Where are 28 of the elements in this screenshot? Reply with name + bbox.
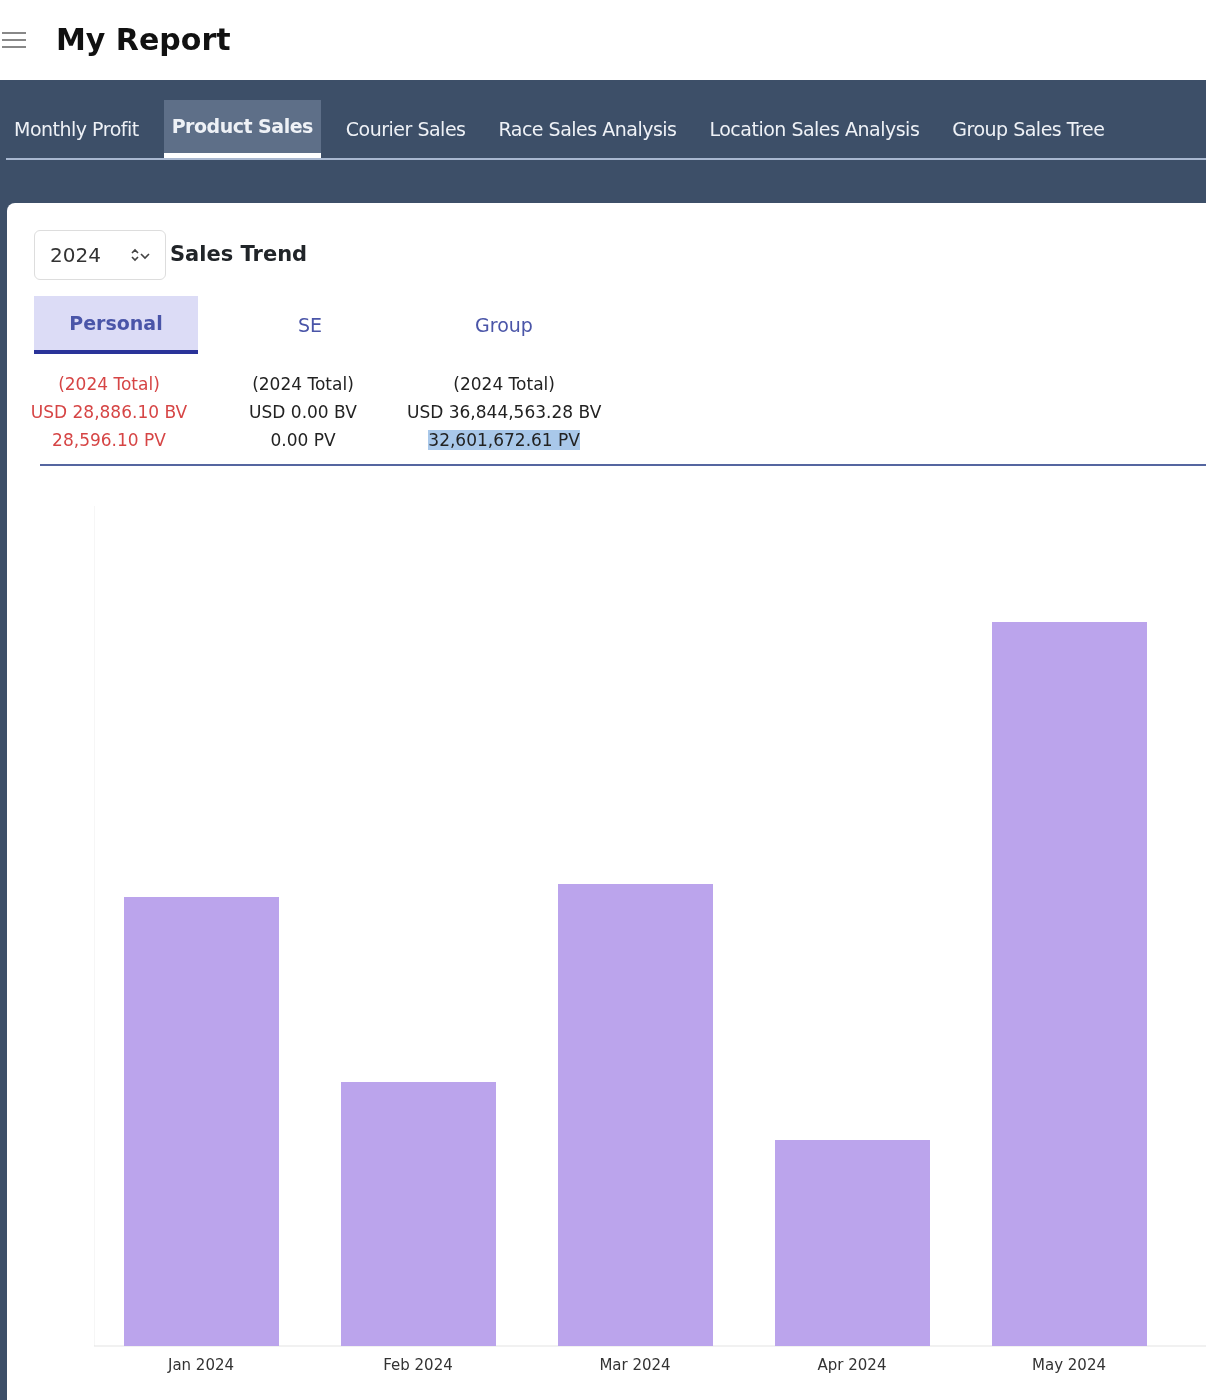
total-line: (2024 Total) (453, 374, 555, 394)
total-line: USD 36,844,563.28 BV (407, 402, 602, 422)
total-line: 0.00 PV (270, 430, 336, 450)
total-line: USD 28,886.10 BV (30, 402, 188, 422)
axis-label: Apr 2024 (817, 1356, 887, 1374)
year-value: 2024 (50, 242, 101, 269)
sub-tab[interactable]: Personal (34, 296, 198, 354)
nav-tab[interactable]: Location Sales Analysis (701, 100, 928, 158)
total-line: (2024 Total) (58, 374, 160, 394)
total-line: 28,596.10 PV (52, 430, 166, 450)
sub-tab[interactable]: SE (228, 296, 392, 354)
axis-label: Feb 2024 (383, 1356, 453, 1374)
nav-tab[interactable]: Group Sales Tree (944, 100, 1113, 158)
nav-tab[interactable]: Courier Sales (337, 100, 474, 158)
total-line: USD 0.00 BV (249, 402, 357, 422)
nav-tab[interactable]: Product Sales (163, 100, 321, 158)
section-title: Sales Trend (170, 241, 308, 269)
page-title: My Report (56, 22, 231, 58)
year-select[interactable]: 2024 (34, 230, 166, 280)
sub-tab[interactable]: Group (422, 296, 586, 354)
nav-tab[interactable]: Race Sales Analysis (490, 100, 685, 158)
nav-tab[interactable]: Monthly Profit (6, 100, 147, 158)
total-line: (2024 Total) (252, 374, 354, 394)
axis-label: May 2024 (1032, 1356, 1106, 1374)
axis-label: Jan 2024 (167, 1356, 235, 1374)
menu-icon[interactable] (2, 31, 26, 49)
sort-caret-icon (130, 248, 150, 262)
axis-label: Mar 2024 (599, 1356, 671, 1374)
